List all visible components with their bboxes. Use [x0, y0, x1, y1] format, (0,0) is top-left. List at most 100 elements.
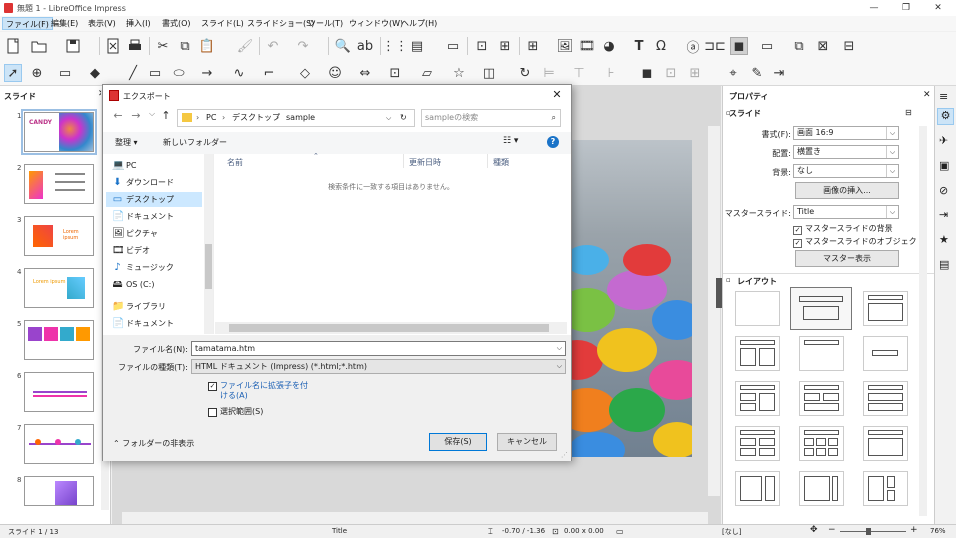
distribute-icon[interactable]: ⊦	[602, 64, 620, 82]
master-slide-select[interactable]: Title ⌵	[793, 205, 899, 219]
fit-slide-icon[interactable]: ✥	[810, 525, 818, 535]
background-select[interactable]: なし ⌵	[793, 164, 899, 178]
orientation-select[interactable]: 横置き ⌵	[793, 145, 899, 159]
menu-tools[interactable]: ツール(T)	[305, 17, 346, 30]
media-icon[interactable]: 🎞	[578, 37, 596, 55]
column-name[interactable]: 名前	[227, 157, 243, 168]
back-arrow-icon[interactable]: ←	[111, 109, 125, 125]
collapse-icon[interactable]: ▫	[726, 109, 731, 117]
master-objects-checkbox[interactable]: ✓ マスタースライドのオブジェクト	[793, 236, 925, 248]
custom-animation-tab-icon[interactable]: ⇥	[939, 208, 948, 221]
layout-vertical-content[interactable]	[735, 471, 780, 506]
layout-title-content[interactable]	[863, 291, 908, 326]
close-sidebar-icon[interactable]: ✕	[923, 90, 931, 100]
insert-image-button[interactable]: 画像の挿入...	[795, 182, 899, 199]
auto-extension-checkbox[interactable]: ✓ ファイル名に拡張子を付ける(A)	[208, 381, 308, 403]
help-icon[interactable]: ?	[547, 136, 559, 148]
recent-dropdown-icon[interactable]: ⌵	[145, 109, 159, 125]
refresh-icon[interactable]: ↻	[400, 110, 407, 126]
zoom-pan-icon[interactable]: ⊕	[28, 64, 46, 82]
zoom-slider[interactable]	[840, 531, 906, 532]
nav-scroll-thumb[interactable]	[205, 244, 212, 289]
layout-vertical-title[interactable]	[863, 426, 908, 461]
fill-color-icon[interactable]: ◆	[86, 64, 104, 82]
new-slide-icon[interactable]: ▭	[758, 37, 776, 55]
basic-shapes-icon[interactable]: ◇	[296, 64, 314, 82]
print-icon[interactable]	[126, 37, 144, 55]
more-options-icon[interactable]: ⊟	[905, 108, 912, 117]
format-select[interactable]: 画面 16:9 ⌵	[793, 126, 899, 140]
save-button[interactable]: 保存(S)	[429, 433, 487, 451]
rectangle-tool-icon[interactable]: ▭	[146, 64, 164, 82]
filetype-select[interactable]: HTML ドキュメント (Impress) (*.html;*.htm) ⌵	[191, 359, 566, 374]
arrange-icon[interactable]: ⊤	[570, 64, 588, 82]
nav-item-os-drive[interactable]: 🖴 OS (C:)	[106, 277, 202, 292]
menu-edit[interactable]: 編集(E)	[48, 17, 81, 30]
up-arrow-icon[interactable]: ↑	[159, 109, 173, 125]
dialog-close-button[interactable]: ✕	[543, 85, 571, 105]
display-views-icon[interactable]: ▤	[408, 37, 426, 55]
text-box-icon[interactable]: T	[630, 37, 648, 55]
edit-vscrollbar[interactable]	[708, 126, 720, 496]
menu-help[interactable]: ヘルプ(H)	[398, 17, 440, 30]
crop-icon[interactable]: ⊡	[662, 64, 680, 82]
hyperlink-icon[interactable]: ⊐⊏	[704, 37, 726, 55]
layout-title-slide[interactable]	[790, 287, 852, 330]
slide-thumbnail[interactable]: Lorem ipsum	[24, 268, 94, 308]
line-tool-icon[interactable]: ╱	[124, 64, 142, 82]
edit-hscrollbar[interactable]	[122, 512, 708, 524]
rotate-icon[interactable]: ↻	[516, 64, 534, 82]
callout-icon[interactable]: ▱	[418, 64, 436, 82]
layout-vertical-2content[interactable]	[863, 471, 908, 506]
column-type[interactable]: 種類	[493, 157, 509, 168]
properties-scrollbar[interactable]	[919, 126, 927, 516]
delete-slide-icon[interactable]: ⊠	[814, 37, 832, 55]
shadow-icon[interactable]: ◼	[638, 64, 656, 82]
new-folder-button[interactable]: 新しいフォルダー	[163, 137, 227, 148]
ellipse-tool-icon[interactable]: ⬭	[170, 64, 188, 82]
animation-tab-icon[interactable]: ▣	[939, 159, 949, 172]
special-character-icon[interactable]: Ω	[652, 37, 670, 55]
view-options-icon[interactable]: ☷ ▾	[503, 136, 518, 146]
connector-icon[interactable]: ⌐	[260, 64, 278, 82]
properties-tab-icon[interactable]: ⚙	[937, 108, 954, 125]
grid-icon[interactable]: ⋮⋮	[382, 37, 408, 55]
file-list-hscrollbar[interactable]	[215, 322, 567, 334]
restore-button[interactable]: ❐	[892, 0, 920, 16]
cut-icon[interactable]: ✂	[154, 37, 172, 55]
master-bg-checkbox[interactable]: ✓ マスタースライドの背景	[793, 223, 893, 235]
slide-thumbnail[interactable]	[24, 164, 94, 204]
menu-insert[interactable]: 挿入(I)	[123, 17, 154, 30]
breadcrumb-sample[interactable]: sample	[286, 110, 315, 126]
address-bar[interactable]: › PC › デスクトップ › sample ⌵ ↻	[177, 109, 415, 127]
nav-item-downloads[interactable]: ⬇ ダウンロード	[106, 175, 202, 190]
slide-thumbnail[interactable]: CANDY	[21, 109, 97, 155]
nav-item-videos[interactable]: 🎞 ビデオ	[106, 243, 202, 258]
menu-format[interactable]: 書式(O)	[159, 17, 194, 30]
search-input[interactable]: sampleの検索 ⌕	[421, 109, 561, 127]
selection-checkbox[interactable]: 選択範囲(S)	[208, 407, 308, 419]
points-icon[interactable]: ⌖	[724, 64, 742, 82]
table-icon[interactable]: ⊞	[524, 37, 542, 55]
toggle-extrusion-icon[interactable]: ⇥	[770, 64, 788, 82]
layout-two-content[interactable]	[735, 336, 780, 371]
master-slide-icon[interactable]: ▭	[444, 37, 462, 55]
minimize-button[interactable]: —	[860, 0, 888, 16]
slide-thumbnail[interactable]	[24, 320, 94, 360]
export-pdf-icon[interactable]	[104, 37, 122, 55]
block-arrows-icon[interactable]: ⇔	[356, 64, 374, 82]
layout-vertical-title-text[interactable]	[799, 471, 844, 506]
resize-grip-icon[interactable]: ⋰	[561, 451, 568, 459]
slide-canvas[interactable]	[557, 140, 692, 457]
spelling-icon[interactable]: ab	[356, 37, 374, 55]
chart-icon[interactable]: ◕	[600, 37, 618, 55]
master-view-button[interactable]: マスター表示	[795, 250, 899, 267]
select-arrow-icon[interactable]: ➚	[4, 64, 22, 82]
master-slides-tab-icon[interactable]: ⊘	[939, 184, 948, 197]
nav-scrollbar[interactable]	[204, 154, 213, 334]
flowchart-icon[interactable]: ⊡	[386, 64, 404, 82]
duplicate-slide-icon[interactable]: ⧉	[790, 37, 808, 55]
symbol-shapes-icon[interactable]: ☺	[326, 64, 344, 82]
save-icon[interactable]	[64, 37, 82, 55]
sidebar-toggle-icon[interactable]: ◼	[730, 37, 748, 55]
